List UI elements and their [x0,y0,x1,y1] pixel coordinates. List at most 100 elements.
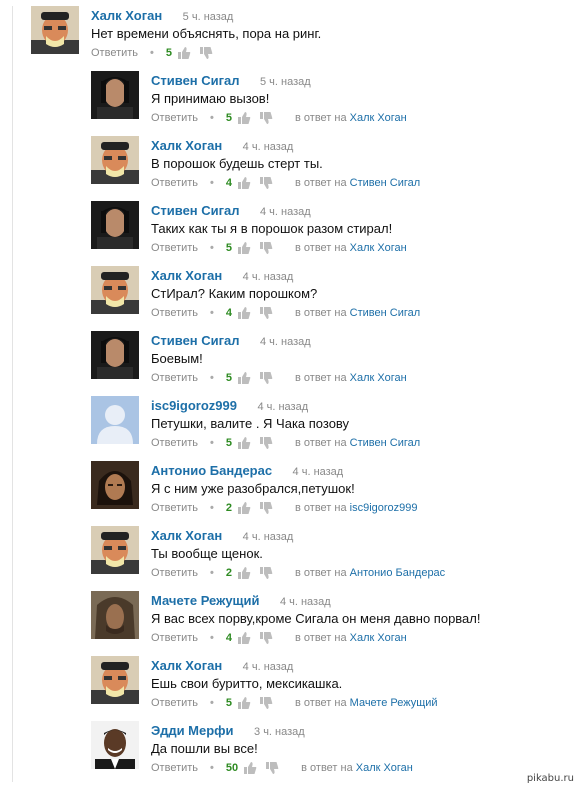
comment-body: isc9igoroz999 4 ч. назад Петушки, валите… [151,398,420,450]
author-link[interactable]: Стивен Сигал [151,333,240,348]
comment-text: СтИрал? Каким порошком? [151,286,318,301]
separator-dot: • [210,307,214,319]
author-link[interactable]: Стивен Сигал [151,73,240,88]
thumbs-down-icon[interactable] [265,761,279,775]
steven-seagal-avatar[interactable] [91,71,139,119]
hulk-hogan-avatar[interactable] [91,526,139,574]
hulk-hogan-avatar[interactable] [91,266,139,314]
thumbs-down-icon[interactable] [259,306,273,320]
in-reply-to-link[interactable]: isc9igoroz999 [350,501,418,515]
thumbs-down-icon[interactable] [259,631,273,645]
rating-score: 5 [225,437,233,449]
author-link[interactable]: Халк Хоган [151,268,222,283]
thumbs-down-icon[interactable] [259,176,273,190]
comment-header: Халк Хоган 4 ч. назад [151,658,438,674]
hulk-hogan-avatar[interactable] [31,6,79,54]
comment-text: Нет времени объяснять, пора на ринг. [91,26,322,41]
comment-item: Антонио Бандерас 4 ч. назад Я с ним уже … [91,461,568,514]
in-reply-to-link[interactable]: Халк Хоган [350,111,407,125]
reply-button[interactable]: Ответить [91,46,138,60]
thumbs-down-icon[interactable] [259,696,273,710]
thumbs-up-icon[interactable] [243,761,257,775]
in-reply-to-link[interactable]: Халк Хоган [356,761,413,775]
author-link[interactable]: Халк Хоган [151,528,222,543]
in-reply-to-label: в ответ на [301,762,353,774]
thumbs-down-icon[interactable] [259,436,273,450]
comment-item: Халк Хоган 4 ч. назад Ешь свои буритто, … [91,656,568,709]
thumbs-up-icon[interactable] [237,436,251,450]
thumbs-up-icon[interactable] [237,306,251,320]
thumbs-down-icon[interactable] [259,566,273,580]
steven-seagal-avatar[interactable] [91,331,139,379]
thumbs-down-icon[interactable] [259,371,273,385]
thumbs-up-icon[interactable] [237,631,251,645]
comment-text: Ешь свои буритто, мексикашка. [151,676,343,691]
hulk-hogan-avatar[interactable] [91,656,139,704]
in-reply-to-label: в ответ на [295,697,347,709]
eddie-murphy-avatar[interactable] [91,721,139,769]
in-reply-to-link[interactable]: Халк Хоган [350,371,407,385]
thumbs-down-icon[interactable] [259,501,273,515]
thumbs-up-icon[interactable] [237,566,251,580]
author-link[interactable]: Стивен Сигал [151,203,240,218]
comment-body: Стивен Сигал 5 ч. назад Я принимаю вызов… [151,73,407,125]
thumbs-down-icon[interactable] [259,111,273,125]
thumbs-up-icon[interactable] [237,241,251,255]
reply-button[interactable]: Ответить [151,436,198,450]
in-reply-to-link[interactable]: Халк Хоган [350,241,407,255]
author-link[interactable]: Халк Хоган [151,658,222,673]
reply-button[interactable]: Ответить [151,111,198,125]
separator-dot: • [210,632,214,644]
in-reply-to-link[interactable]: Стивен Сигал [350,306,421,320]
antonio-banderas-avatar[interactable] [91,461,139,509]
comment-item: Эдди Мерфи 3 ч. назад Да пошли вы все! О… [91,721,568,774]
thumbs-up-icon[interactable] [177,46,191,60]
comment-text: Петушки, валите . Я Чака позову [151,416,350,431]
thumbs-up-icon[interactable] [237,371,251,385]
author-link[interactable]: Эдди Мерфи [151,723,234,738]
reply-button[interactable]: Ответить [151,371,198,385]
reply-button[interactable]: Ответить [151,501,198,515]
author-link[interactable]: Халк Хоган [151,138,222,153]
in-reply-to-link[interactable]: Стивен Сигал [350,436,421,450]
timestamp: 4 ч. назад [279,596,331,608]
comment-text: Я с ним уже разобрался,петушок! [151,481,355,496]
default-user-avatar[interactable] [91,396,139,444]
author-link[interactable]: Антонио Бандерас [151,463,272,478]
in-reply-to-link[interactable]: Халк Хоган [350,631,407,645]
thumbs-down-icon[interactable] [259,241,273,255]
comment-header: Халк Хоган 5 ч. назад [91,8,321,24]
reply-button[interactable]: Ответить [151,176,198,190]
thumbs-up-icon[interactable] [237,176,251,190]
reply-button[interactable]: Ответить [151,761,198,775]
comment-text: Ты вообще щенок. [151,546,263,561]
steven-seagal-avatar[interactable] [91,201,139,249]
in-reply-to-link[interactable]: Мачете Режущий [350,696,438,710]
hulk-hogan-avatar[interactable] [91,136,139,184]
timestamp: 4 ч. назад [260,336,311,348]
separator-dot: • [210,372,214,384]
reply-button[interactable]: Ответить [151,241,198,255]
comment-body: Халк Хоган 4 ч. назад В порошок будешь с… [151,138,420,190]
comment-body: Халк Хоган 5 ч. назад Нет времени объясн… [91,8,321,60]
thumbs-up-icon[interactable] [237,111,251,125]
comment-body: Антонио Бандерас 4 ч. назад Я с ним уже … [151,463,418,515]
comment-actions: Ответить • 4 в ответ на Стивен Сигал [151,306,420,320]
thumbs-up-icon[interactable] [237,696,251,710]
in-reply-to-link[interactable]: Антонио Бандерас [350,566,446,580]
author-link[interactable]: Мачете Режущий [151,593,260,608]
separator-dot: • [210,567,214,579]
thumbs-down-icon[interactable] [199,46,213,60]
machete-avatar[interactable] [91,591,139,639]
comment-header: isc9igoroz999 4 ч. назад [151,398,420,414]
author-link[interactable]: isc9igoroz999 [151,398,237,413]
in-reply-to-label: в ответ на [295,567,347,579]
thumbs-up-icon[interactable] [237,501,251,515]
author-link[interactable]: Халк Хоган [91,8,162,23]
reply-button[interactable]: Ответить [151,696,198,710]
reply-button[interactable]: Ответить [151,566,198,580]
comment-text: Я принимаю вызов! [151,91,270,106]
reply-button[interactable]: Ответить [151,631,198,645]
in-reply-to-link[interactable]: Стивен Сигал [350,176,421,190]
reply-button[interactable]: Ответить [151,306,198,320]
